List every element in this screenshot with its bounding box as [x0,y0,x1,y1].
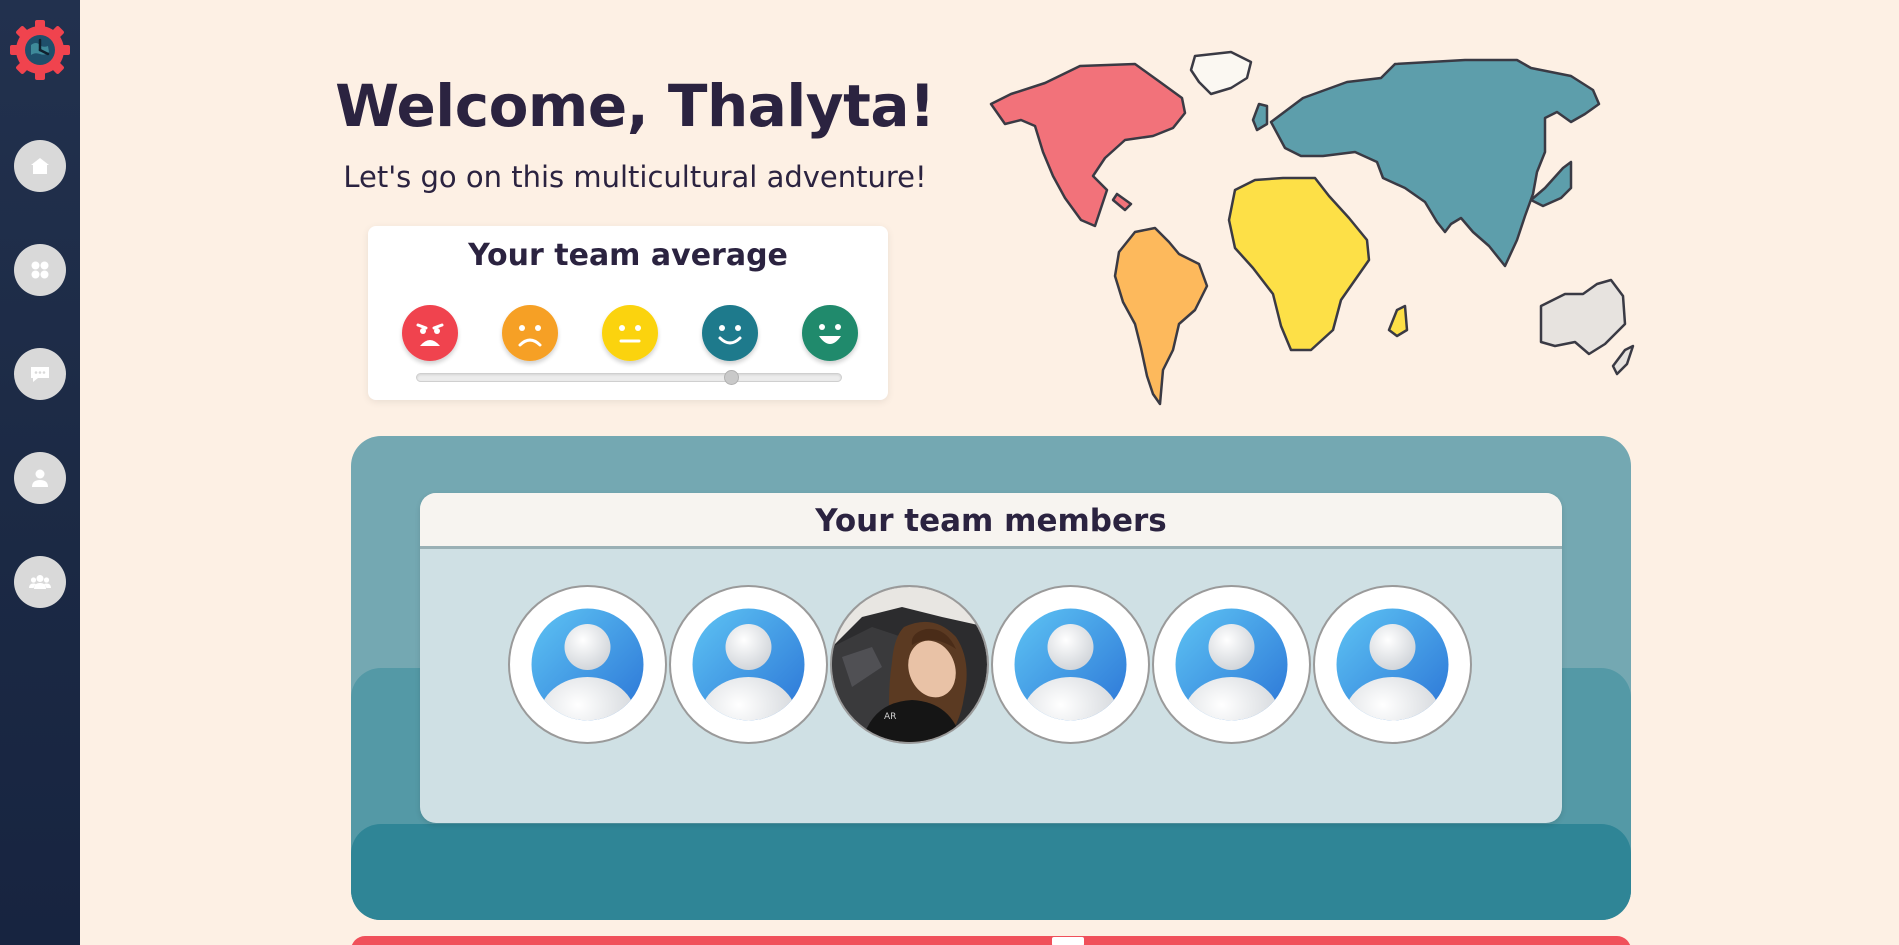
default-avatar-icon [692,608,805,721]
south-america-shape [1113,226,1209,406]
team-member-avatar[interactable] [991,585,1150,744]
slider-thumb[interactable] [723,370,739,385]
sidebar-item-home[interactable] [14,140,66,192]
mood-happy[interactable] [702,305,758,361]
page-subtitle: Let's go on this multicultural adventure… [343,160,927,194]
user-photo: AR [832,587,987,742]
team-member-avatar[interactable] [1313,585,1472,744]
team-panel: Your team members AR [351,436,1631,920]
team-member-avatar[interactable] [669,585,828,744]
team-member-avatar[interactable] [508,585,667,744]
svg-text:AR: AR [884,712,896,722]
mood-very-happy[interactable] [802,305,858,361]
panel-band [351,824,1631,920]
very-sad-face-icon [402,305,458,361]
team-average-slider[interactable] [416,370,842,385]
chat-icon [31,367,49,382]
team-average-title: Your team average [468,238,788,273]
team-member-photo[interactable]: AR [830,585,989,744]
profile-icon [32,469,48,487]
default-avatar-icon [1336,608,1449,721]
home-icon [31,158,49,174]
default-avatar-icon [1175,608,1288,721]
greenland-shape [1189,50,1253,96]
next-section-strip [351,936,1631,945]
north-america-shape [989,62,1187,228]
dashboard-icon [31,261,49,279]
team-icon [29,575,51,589]
world-map-illustration [985,48,1645,408]
very-happy-face-icon [802,305,858,361]
mood-sad[interactable] [502,305,558,361]
default-avatar-icon [531,608,644,721]
africa-shape [1227,176,1371,352]
neutral-face-icon [602,305,658,361]
mood-very-sad[interactable] [402,305,458,361]
mood-neutral[interactable] [602,305,658,361]
oceania-shape [1539,278,1627,356]
team-member-avatar[interactable] [1152,585,1311,744]
sidebar-item-chat[interactable] [14,348,66,400]
team-members-title: Your team members [420,493,1562,549]
gear-clock-logo-icon[interactable] [9,19,71,81]
sidebar-item-team[interactable] [14,556,66,608]
default-avatar-icon [1014,608,1127,721]
sidebar [0,0,80,945]
sidebar-item-dashboard[interactable] [14,244,66,296]
happy-face-icon [702,305,758,361]
team-members-card: Your team members AR [420,493,1562,823]
page-title: Welcome, Thalyta! [335,72,935,140]
sad-face-icon [502,305,558,361]
section-handle[interactable] [1052,937,1084,945]
sidebar-item-profile[interactable] [14,452,66,504]
team-average-card: Your team average [368,226,888,400]
